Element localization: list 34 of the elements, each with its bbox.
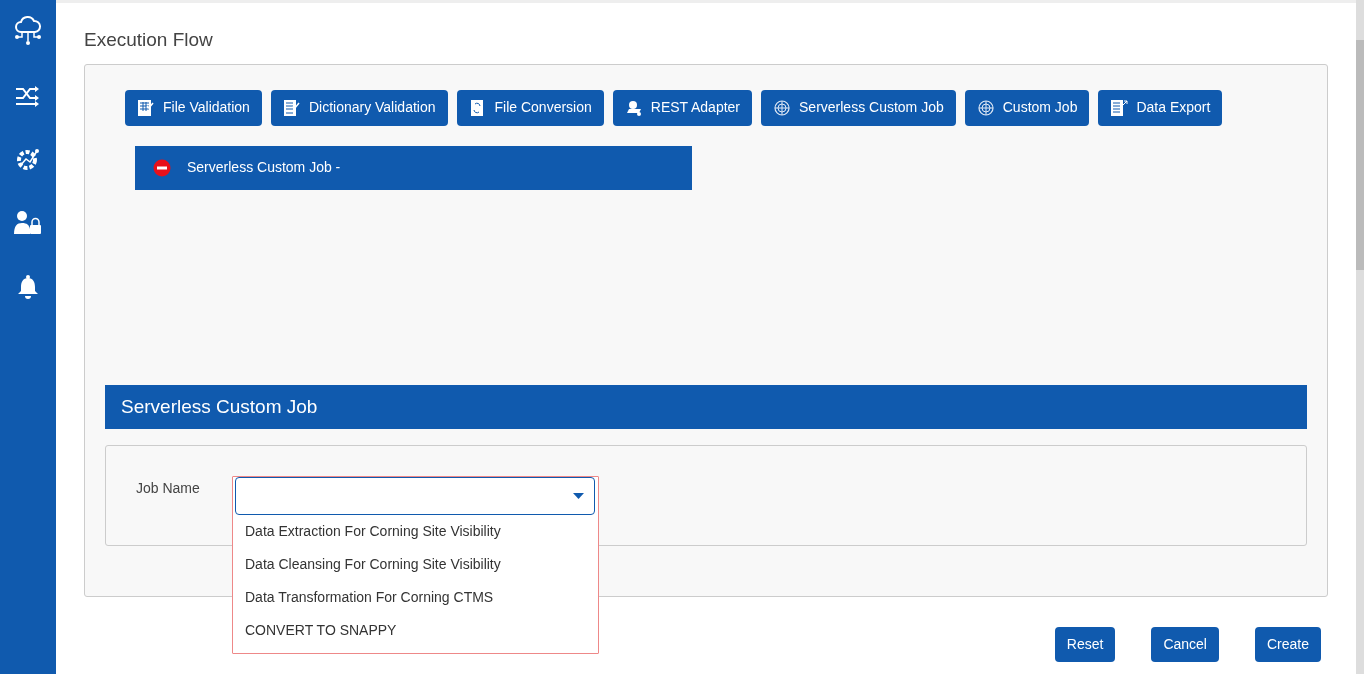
palette-button[interactable]: Data Export [1098, 89, 1223, 126]
globe-icon [976, 98, 995, 117]
document-export-icon [1110, 98, 1129, 117]
document-grid-icon [137, 98, 155, 117]
palette-button[interactable]: Serverless Custom Job [761, 89, 956, 126]
bell-icon[interactable] [17, 274, 39, 300]
scrollbar-thumb[interactable] [1356, 40, 1364, 270]
palette-button[interactable]: File Validation [125, 89, 262, 126]
footer-button[interactable]: Reset [1054, 626, 1116, 662]
palette-button[interactable]: REST Adapter [612, 89, 752, 126]
caret-icon [573, 492, 584, 499]
flow-node-label: Serverless Custom Job - [187, 158, 341, 178]
dropdown-option[interactable]: Data Transformation For Corning CTMS [235, 580, 595, 614]
palette-button[interactable]: File Conversion [456, 89, 604, 126]
globe-icon [773, 98, 791, 117]
page-title: Execution Flow [84, 29, 214, 52]
dropdown-option[interactable]: Data Extraction For Corning Site Visibility [235, 514, 595, 548]
flow-node[interactable]: Serverless Custom Job - [135, 145, 692, 190]
cloud-network-icon[interactable] [14, 16, 42, 46]
footer-button[interactable]: Create [1254, 626, 1321, 662]
section-title: Serverless Custom Job [121, 394, 318, 419]
shuffle-arrows-icon[interactable] [15, 84, 41, 108]
footer-button[interactable]: Cancel [1151, 626, 1219, 662]
field-label: Job Name [136, 478, 201, 498]
palette-button[interactable]: Custom Job [964, 89, 1090, 126]
document-check-icon [282, 98, 301, 117]
dropdown-option[interactable]: CONVERT TO SNAPPY [235, 613, 595, 647]
adapter-icon [624, 98, 643, 117]
gear-icon[interactable] [15, 146, 41, 172]
dropdown-option[interactable]: Data Cleansing For Corning Site Visibility [235, 547, 595, 581]
palette-button[interactable]: Dictionary Validation [270, 89, 448, 126]
remove-icon[interactable] [153, 158, 171, 177]
job-name-select[interactable] [235, 476, 595, 515]
user-lock-icon[interactable] [14, 210, 42, 236]
